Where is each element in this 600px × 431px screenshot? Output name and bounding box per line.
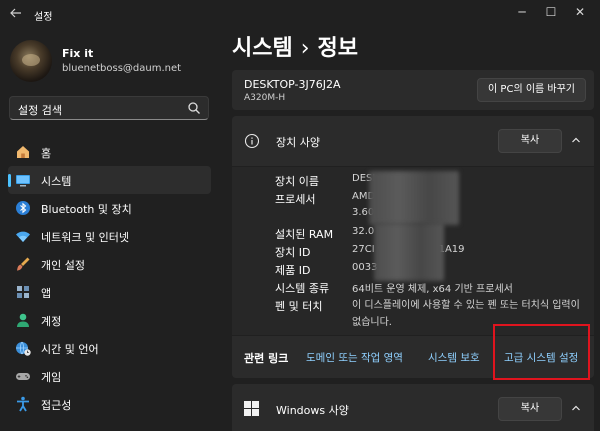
gamepad-icon bbox=[14, 367, 32, 385]
profile-email: bluenetboss@daum.net bbox=[62, 63, 182, 74]
windows-specs-header[interactable]: Windows 사양 복사 bbox=[232, 384, 594, 431]
app-title: 설정 bbox=[34, 12, 53, 23]
accessibility-icon bbox=[14, 395, 32, 413]
spec-key: 장치 ID bbox=[275, 246, 311, 259]
apps-icon bbox=[14, 283, 32, 301]
bluetooth-icon bbox=[14, 199, 32, 217]
search-placeholder: 설정 검색 bbox=[18, 104, 62, 117]
spec-key: 장치 이름 bbox=[275, 175, 319, 188]
spec-key: 설치된 RAM bbox=[275, 228, 334, 241]
search-input[interactable]: 설정 검색 bbox=[9, 96, 209, 120]
device-specs-header[interactable]: 장치 사양 복사 bbox=[232, 116, 594, 166]
copy-specs-button[interactable]: 복사 bbox=[498, 129, 562, 153]
spec-key: 시스템 종류 bbox=[275, 282, 330, 295]
link-system-protection[interactable]: 시스템 보호 bbox=[428, 350, 480, 365]
device-specs-list: 장치 이름 DESI 프로세서 AMD ore Processor 3.60 설… bbox=[232, 167, 594, 335]
avatar[interactable] bbox=[10, 40, 52, 82]
spec-key: 펜 및 터치 bbox=[275, 300, 323, 313]
person-icon bbox=[14, 311, 32, 329]
spec-value: 64비트 운영 체제, x64 기반 프로세서 bbox=[352, 284, 513, 295]
sidebar-item-label: 시간 및 언어 bbox=[41, 343, 99, 356]
sidebar-item-gaming[interactable]: 게임 bbox=[8, 362, 211, 390]
chevron-up-icon[interactable] bbox=[570, 402, 582, 414]
sidebar-item-system[interactable]: 시스템 bbox=[8, 166, 211, 194]
windows-specs-title: Windows 사양 bbox=[276, 404, 349, 417]
profile-name: Fix it bbox=[62, 47, 94, 60]
sidebar-item-label: 네트워크 및 인터넷 bbox=[41, 231, 129, 244]
device-name: DESKTOP-3J76J2A bbox=[244, 78, 341, 91]
breadcrumb-current: 정보 bbox=[317, 36, 359, 61]
sidebar-item-network[interactable]: 네트워크 및 인터넷 bbox=[8, 222, 211, 250]
brush-icon bbox=[14, 255, 32, 273]
link-domain-workgroup[interactable]: 도메인 또는 작업 영역 bbox=[306, 350, 403, 365]
sidebar-item-accessibility[interactable]: 접근성 bbox=[8, 390, 211, 418]
maximize-button[interactable]: ☐ bbox=[541, 4, 561, 20]
back-arrow-icon[interactable] bbox=[8, 6, 24, 22]
sidebar-item-label: 앱 bbox=[41, 287, 52, 300]
device-specs-title: 장치 사양 bbox=[276, 136, 320, 149]
sidebar-item-label: 시스템 bbox=[41, 175, 72, 188]
sidebar-item-bluetooth[interactable]: Bluetooth 및 장치 bbox=[8, 194, 211, 222]
sidebar-item-label: 계정 bbox=[41, 315, 62, 328]
device-model: A320M-H bbox=[244, 93, 286, 103]
search-icon[interactable] bbox=[187, 101, 201, 115]
minimize-button[interactable]: ─ bbox=[512, 4, 532, 20]
sidebar-item-time-language[interactable]: 시간 및 언어 bbox=[8, 334, 211, 362]
selection-indicator bbox=[8, 174, 11, 187]
sidebar-item-label: 홈 bbox=[41, 147, 52, 160]
highlight-box bbox=[493, 324, 590, 380]
chevron-up-icon[interactable] bbox=[570, 134, 582, 146]
sidebar-item-personalization[interactable]: 개인 설정 bbox=[8, 250, 211, 278]
sidebar-item-label: 게임 bbox=[41, 371, 62, 384]
rename-pc-button[interactable]: 이 PC의 이름 바꾸기 bbox=[477, 78, 586, 102]
sidebar-item-label: Bluetooth 및 장치 bbox=[41, 203, 132, 216]
sidebar-item-apps[interactable]: 앱 bbox=[8, 278, 211, 306]
globe-clock-icon bbox=[14, 339, 32, 357]
info-icon bbox=[244, 133, 260, 149]
privacy-blur bbox=[369, 171, 459, 225]
close-button[interactable]: ✕ bbox=[570, 4, 590, 20]
sidebar-item-accounts[interactable]: 계정 bbox=[8, 306, 211, 334]
sidebar-item-label: 접근성 bbox=[41, 399, 72, 412]
breadcrumb-separator-icon: › bbox=[300, 36, 310, 61]
related-links-label: 관련 링크 bbox=[244, 352, 289, 365]
wifi-icon bbox=[14, 227, 32, 245]
privacy-blur bbox=[374, 223, 444, 281]
windows-logo-icon bbox=[244, 401, 259, 416]
copy-windows-specs-button[interactable]: 복사 bbox=[498, 397, 562, 421]
sidebar-item-label: 개인 설정 bbox=[41, 259, 85, 272]
home-icon bbox=[14, 143, 32, 161]
sidebar-nav: 홈 시스템 Bluetooth 및 장치 네트워크 및 인터넷 개인 설정 앱 bbox=[8, 138, 211, 418]
breadcrumb: 시스템 › 정보 bbox=[232, 30, 358, 62]
monitor-icon bbox=[14, 171, 32, 189]
device-card: DESKTOP-3J76J2A A320M-H 이 PC의 이름 바꾸기 bbox=[232, 70, 594, 110]
spec-key: 제품 ID bbox=[275, 264, 311, 277]
title-bar: 설정 ─ ☐ ✕ bbox=[0, 0, 600, 30]
breadcrumb-root[interactable]: 시스템 bbox=[232, 36, 293, 61]
sidebar-item-home[interactable]: 홈 bbox=[8, 138, 211, 166]
